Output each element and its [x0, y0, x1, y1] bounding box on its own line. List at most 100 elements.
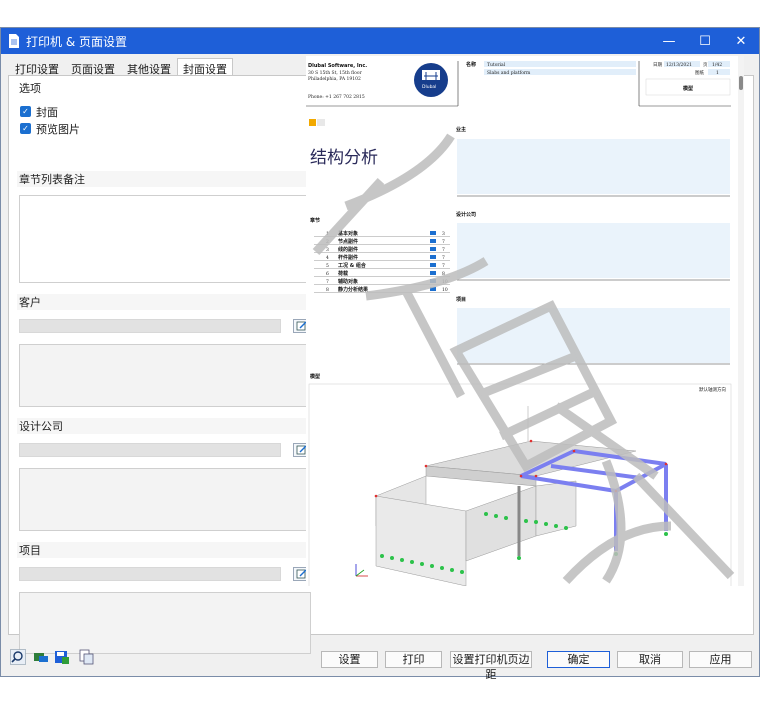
print-page-settings-dialog: 打印机 & 页面设置 — ☐ ✕ 打印设置 页面设置 其他设置 封面设置 选项 …	[0, 27, 760, 681]
preview-image-checkbox[interactable]: ✓	[20, 123, 31, 134]
accent-square-orange	[309, 119, 316, 126]
ok-button[interactable]: 确定	[547, 651, 610, 668]
svg-text:3: 3	[326, 247, 329, 253]
client-textarea[interactable]	[19, 344, 311, 407]
svg-text:7: 7	[442, 247, 445, 253]
preview-main-title: 结构分析	[310, 148, 378, 168]
cancel-button[interactable]: 取消	[617, 651, 683, 668]
client-section: 客户	[17, 294, 314, 410]
cover-checkbox-row[interactable]: ✓ 封面	[17, 103, 314, 120]
preview-address-1: 30 S 15th St, 15th floor	[308, 70, 363, 76]
title-bar: 打印机 & 页面设置 — ☐ ✕	[1, 28, 759, 54]
client-field-row	[19, 319, 311, 333]
svg-text:静力分析结果: 静力分析结果	[338, 286, 369, 293]
close-button[interactable]: ✕	[723, 28, 759, 54]
window-controls: — ☐ ✕	[651, 28, 759, 54]
tab-bar: 打印设置 页面设置 其他设置 封面设置	[9, 58, 233, 76]
project-heading: 项目	[17, 542, 314, 558]
preview-model-label: 模型	[683, 85, 693, 92]
document-icon	[9, 34, 19, 48]
svg-text:杆件副件: 杆件副件	[338, 254, 358, 261]
preview-chapter-label: 章节	[310, 217, 320, 224]
svg-text:4: 4	[326, 255, 329, 261]
svg-text:10: 10	[442, 287, 448, 293]
dlubal-logo: Dlubal	[414, 63, 448, 97]
design-company-select[interactable]	[19, 443, 281, 457]
tab-print-settings[interactable]: 打印设置	[9, 58, 65, 76]
printer-margins-button[interactable]: 设置打印机页边距	[450, 651, 532, 681]
bottom-bar: 设置 打印 设置打印机页边距 确定 取消 应用	[1, 643, 759, 681]
chapter-notes-textarea[interactable]	[19, 195, 311, 283]
tab-cover-settings[interactable]: 封面设置	[177, 58, 233, 76]
svg-text:3: 3	[442, 231, 445, 237]
design-company-heading: 设计公司	[17, 418, 314, 434]
svg-text:7: 7	[442, 255, 445, 261]
preview-name-label: 名称	[466, 61, 476, 68]
svg-text:8: 8	[326, 287, 329, 293]
design-company-field-row	[19, 443, 311, 457]
apply-button[interactable]: 应用	[689, 651, 752, 668]
preview-owner-label: 业主	[456, 126, 466, 133]
maximize-button[interactable]: ☐	[687, 28, 723, 54]
preview-image-label: 预览图片	[36, 122, 80, 136]
svg-text:7: 7	[326, 279, 329, 285]
options-section: 选项 ✓ 封面 ✓ 预览图片	[17, 80, 314, 138]
cover-checkbox[interactable]: ✓	[20, 106, 31, 117]
preview-name-value: Tutorial	[487, 62, 506, 68]
print-button[interactable]: 打印	[385, 651, 442, 668]
svg-text:7: 7	[442, 239, 445, 245]
project-select[interactable]	[19, 567, 281, 581]
chapter-row: 2 节点副件 7	[314, 238, 450, 245]
accent-square-gray	[317, 119, 325, 126]
design-company-textarea[interactable]	[19, 468, 311, 531]
preview-sheet-value: 1	[716, 70, 719, 76]
svg-text:6: 6	[326, 271, 329, 277]
preview-phone: Phone: +1 267 702 2815	[308, 94, 365, 100]
preview-company-name: Dlubal Software, Inc.	[308, 63, 367, 69]
svg-text:线的副件: 线的副件	[338, 246, 358, 253]
copy-pages-icon[interactable]	[78, 649, 94, 665]
preview-sheet-label: 图纸	[695, 69, 704, 76]
cover-options-panel: 选项 ✓ 封面 ✓ 预览图片 章节列表备注 客户 设计公司 项目	[17, 76, 314, 654]
preview-scrollbar[interactable]	[738, 56, 744, 586]
svg-text:5: 5	[326, 263, 329, 269]
preview-page-value: 1/42	[712, 62, 722, 68]
client-heading: 客户	[17, 294, 314, 310]
preview-project-label: 项目	[456, 296, 466, 303]
preview-page-label: 页	[703, 62, 708, 68]
svg-text:工况 & 组合: 工况 & 组合	[338, 262, 367, 269]
search-help-icon[interactable]	[10, 649, 26, 665]
scrollbar-thumb[interactable]	[739, 76, 743, 90]
svg-text:7: 7	[442, 263, 445, 269]
chapter-notes-heading: 章节列表备注	[17, 171, 314, 187]
tab-page-settings[interactable]: 页面设置	[65, 58, 121, 76]
preview-date-value: 12/13/2021	[666, 62, 692, 68]
preview-view-label: 默认轴测方向	[699, 386, 726, 393]
chapter-row: 5 工况 & 组合 7	[314, 262, 450, 269]
save-settings-icon[interactable]	[54, 649, 70, 665]
window-title: 打印机 & 页面设置	[26, 34, 127, 49]
cover-preview: Dlubal Software, Inc. 30 S 15th St, 15th…	[306, 56, 740, 586]
svg-text:荷载: 荷载	[337, 270, 348, 277]
options-heading: 选项	[17, 80, 314, 96]
design-company-section: 设计公司	[17, 418, 314, 534]
preview-units-icon[interactable]	[33, 649, 49, 665]
logo-text: Dlubal	[422, 84, 436, 90]
preview-model-image-label: 模型	[310, 373, 320, 380]
chapter-row: 4 杆件副件 7	[314, 254, 450, 261]
preview-date-label: 日期	[653, 62, 662, 68]
project-section: 项目	[17, 542, 314, 654]
preview-model-value: Slabs and platform	[487, 70, 531, 76]
project-field-row	[19, 567, 311, 581]
tab-other-settings[interactable]: 其他设置	[121, 58, 177, 76]
chapter-notes-section: 章节列表备注	[17, 171, 314, 286]
svg-text:辅助对象: 辅助对象	[338, 278, 358, 285]
settings-button[interactable]: 设置	[321, 651, 378, 668]
chapter-row: 3 线的副件 7	[314, 246, 450, 253]
preview-image-checkbox-row[interactable]: ✓ 预览图片	[17, 120, 314, 137]
cover-label: 封面	[36, 105, 58, 119]
svg-text:节点副件: 节点副件	[338, 238, 358, 245]
preview-address-2: Philadelphia, PA 19102	[308, 76, 361, 82]
minimize-button[interactable]: —	[651, 28, 687, 54]
client-select[interactable]	[19, 319, 281, 333]
